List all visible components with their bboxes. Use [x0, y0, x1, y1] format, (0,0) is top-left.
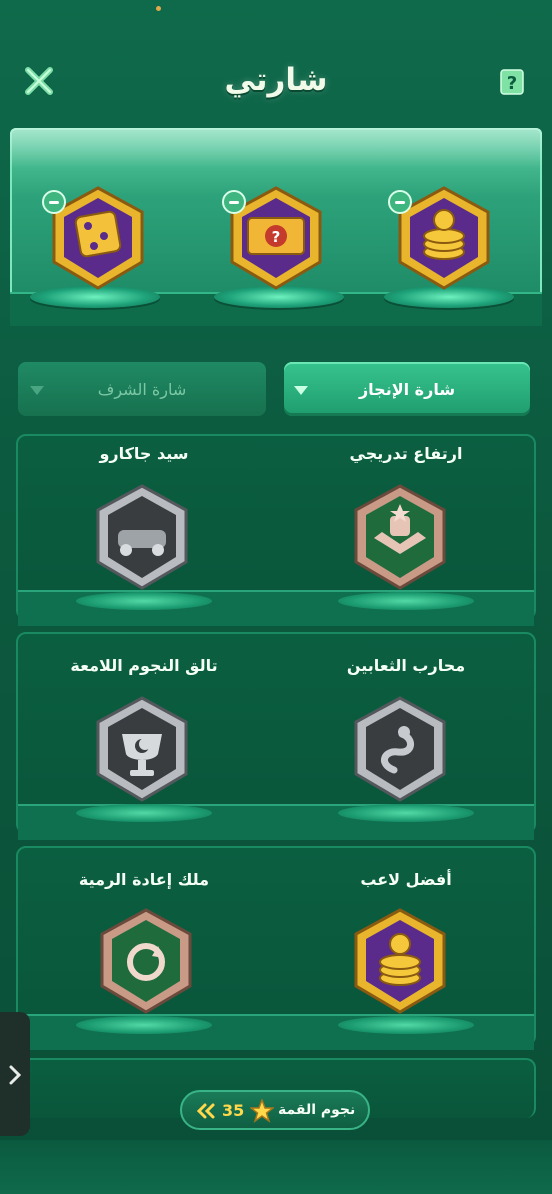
tab-label: شارة الشرف — [97, 379, 187, 399]
tab-achievement-badge[interactable]: شارة الإنجاز — [284, 362, 530, 416]
badge-gradual-rise[interactable] — [344, 482, 456, 598]
status-dot — [156, 6, 161, 11]
help-symbol: ? — [507, 73, 517, 94]
help-icon: ? — [500, 69, 524, 95]
side-drawer-tab[interactable] — [0, 1012, 30, 1136]
replay-icon — [100, 908, 192, 1014]
star-icon — [250, 1099, 274, 1123]
trophy-wings-icon — [354, 484, 446, 590]
badge-best-player[interactable] — [344, 906, 456, 1022]
dropdown-triangle-icon — [30, 386, 44, 395]
showcase-glare — [10, 128, 542, 168]
badge-reroll-king[interactable] — [90, 906, 202, 1022]
remove-badge-button[interactable] — [388, 190, 412, 214]
double-chevron-icon — [196, 1103, 215, 1119]
stars-count: 35 — [222, 1101, 245, 1120]
badge-label: أفضل لاعب — [360, 870, 452, 889]
top-stars-button[interactable]: 35 نجوم القمة — [180, 1090, 370, 1130]
remove-badge-button[interactable] — [42, 190, 66, 214]
dropdown-triangle-icon — [294, 386, 308, 395]
trophy-moon-icon — [96, 696, 188, 802]
badge-snake-warrior[interactable] — [344, 694, 456, 810]
badge-label: ارتفاع تدريجي — [349, 444, 463, 463]
badge-label: سيد جاكارو — [99, 444, 189, 463]
race-car-icon — [96, 484, 188, 590]
snake-icon — [354, 696, 446, 802]
help-button[interactable]: ? — [498, 68, 526, 96]
coins-icon — [354, 908, 446, 1014]
chest-question-mark: ? — [272, 228, 281, 246]
tab-honor-badge[interactable]: شارة الشرف — [18, 362, 266, 416]
badge-label: محارب الثعابين — [346, 656, 466, 675]
badge-jackaroo-master[interactable] — [86, 482, 198, 598]
chevron-right-icon — [9, 1065, 22, 1085]
badge-shining-stars[interactable] — [86, 694, 198, 810]
badge-label: ملك إعادة الرمية — [78, 870, 210, 889]
page-title: شارتي — [224, 62, 328, 98]
bottom-background — [0, 1140, 552, 1194]
stars-label: نجوم القمة — [278, 1102, 356, 1118]
badge-label: تالق النجوم اللامعة — [70, 656, 218, 675]
tab-label: شارة الإنجاز — [358, 379, 456, 399]
remove-badge-button[interactable] — [222, 190, 246, 214]
